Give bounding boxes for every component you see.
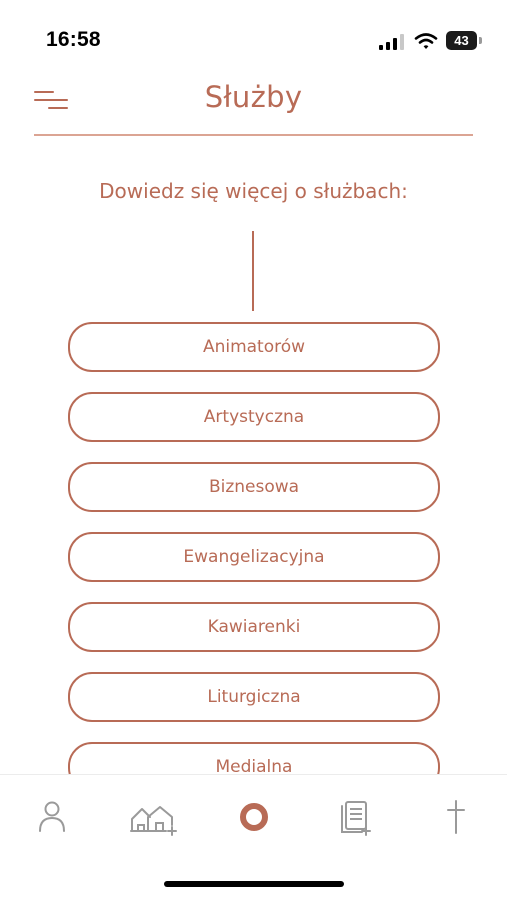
battery-cap (479, 37, 482, 44)
document-icon[interactable] (336, 797, 376, 837)
signal-icon (379, 34, 404, 50)
service-button-medialna[interactable]: Medialna (68, 742, 440, 774)
header-divider (34, 134, 473, 136)
wifi-icon (414, 33, 438, 49)
service-button-biznesowa[interactable]: Biznesowa (68, 462, 440, 512)
battery-icon: 43 (446, 31, 483, 50)
ring-icon[interactable] (234, 797, 274, 837)
person-icon[interactable] (32, 797, 72, 837)
service-button-liturgiczna[interactable]: Liturgiczna (68, 672, 440, 722)
status-time: 16:58 (46, 28, 101, 51)
decorative-vertical-line (252, 231, 254, 311)
services-list[interactable]: Animatorów Artystyczna Biznesowa Ewangel… (68, 322, 440, 774)
service-button-animatorow[interactable]: Animatorów (68, 322, 440, 372)
section-subtitle: Dowiedz się więcej o służbach: (99, 179, 408, 203)
header: Służby (0, 80, 507, 136)
cross-icon[interactable] (436, 797, 476, 837)
battery-level: 43 (446, 31, 477, 50)
service-button-kawiarenki[interactable]: Kawiarenki (68, 602, 440, 652)
houses-icon[interactable] (130, 797, 180, 837)
page-title: Służby (204, 80, 303, 114)
service-button-artystyczna[interactable]: Artystyczna (68, 392, 440, 442)
home-indicator[interactable] (164, 881, 344, 887)
status-bar: 16:58 43 (0, 0, 507, 80)
service-button-ewangelizacyjna[interactable]: Ewangelizacyjna (68, 532, 440, 582)
